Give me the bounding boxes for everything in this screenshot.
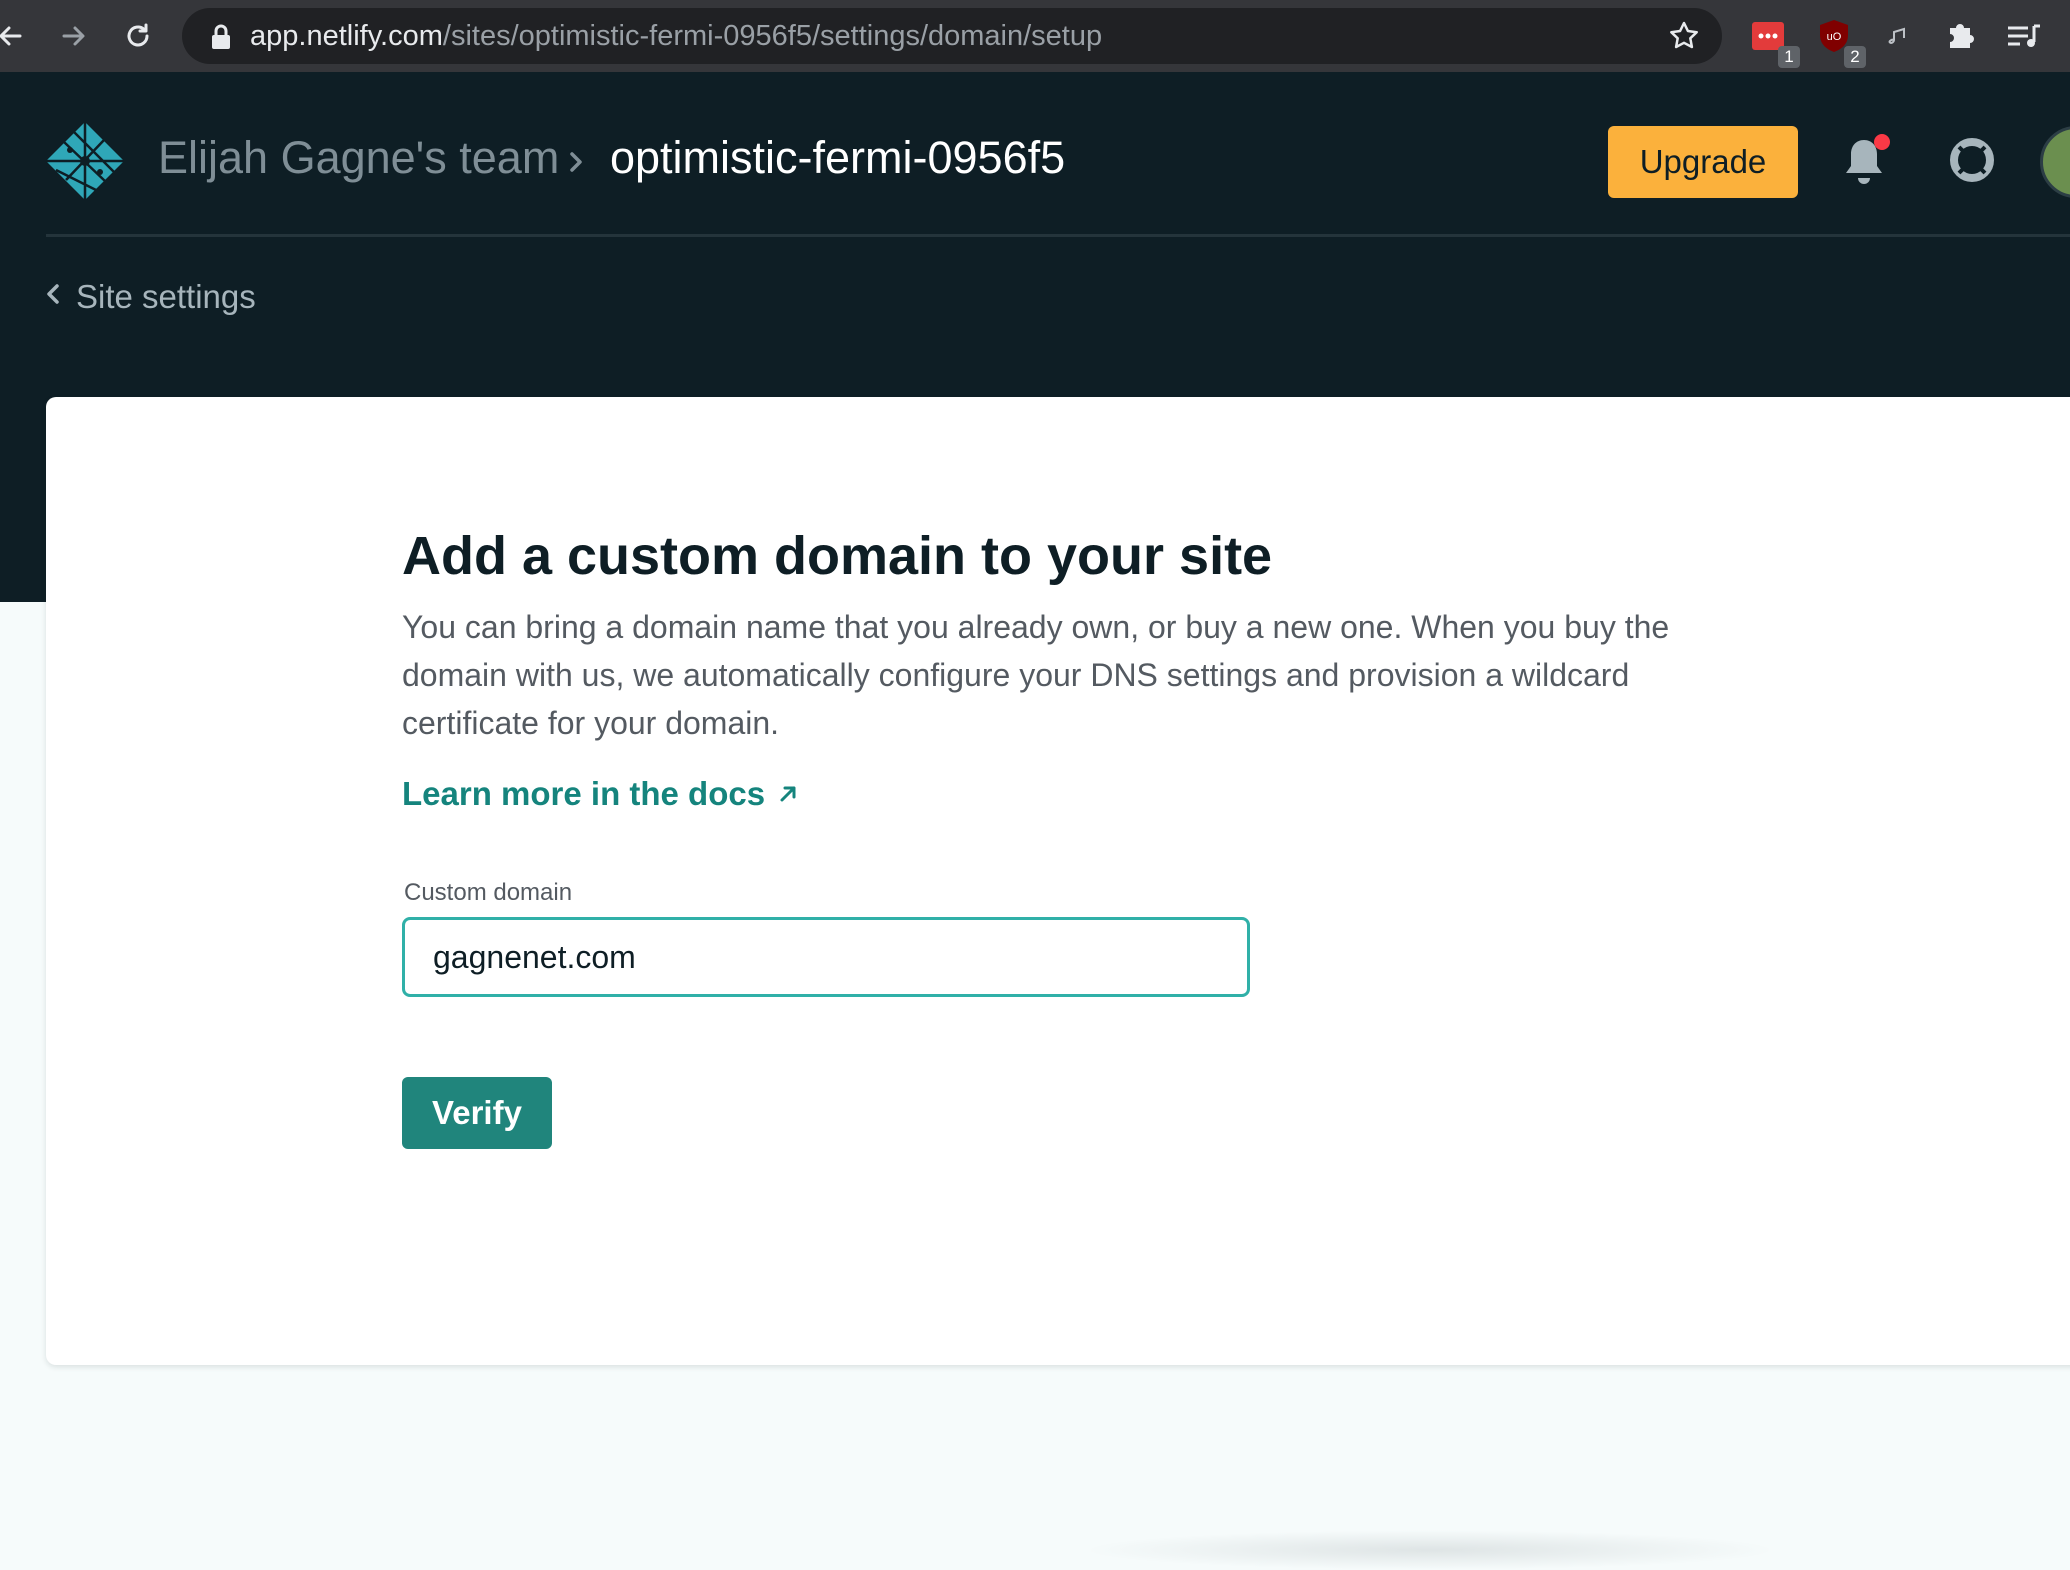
back-link-label: Site settings bbox=[76, 278, 256, 315]
external-arrow-icon bbox=[777, 775, 799, 813]
music-note-icon[interactable] bbox=[1880, 18, 1920, 58]
card-content: Add a custom domain to your site You can… bbox=[402, 523, 1732, 1149]
ext-red-icon[interactable]: 1 bbox=[1750, 18, 1800, 68]
header-divider bbox=[46, 234, 2070, 237]
page-title: Add a custom domain to your site bbox=[402, 526, 1273, 586]
url-path: /sites/optimistic-fermi-0956f5/settings/… bbox=[442, 20, 1103, 52]
learn-more-docs-link[interactable]: Learn more in the docs bbox=[402, 775, 799, 813]
team-name-link[interactable]: Elijah Gagne's team bbox=[158, 132, 559, 184]
docs-link-label: Learn more in the docs bbox=[402, 775, 766, 812]
url-host: app.netlify.com bbox=[250, 20, 443, 52]
notification-dot bbox=[1874, 134, 1890, 150]
svg-text:uO: uO bbox=[1827, 31, 1842, 43]
browser-toolbar: app.netlify.com/sites/optimistic-fermi-0… bbox=[0, 0, 2070, 72]
address-bar[interactable]: app.netlify.com/sites/optimistic-fermi-0… bbox=[182, 8, 1722, 64]
custom-domain-label: Custom domain bbox=[404, 879, 573, 906]
reload-icon[interactable] bbox=[114, 12, 162, 60]
notifications-bell-icon[interactable] bbox=[1842, 134, 1892, 190]
ext-badge: 2 bbox=[1844, 46, 1866, 68]
verify-button[interactable]: Verify bbox=[402, 1077, 552, 1149]
ublock-icon[interactable]: uO 2 bbox=[1816, 18, 1866, 68]
url-text: app.netlify.com/sites/optimistic-fermi-0… bbox=[250, 8, 1102, 64]
page-description: You can bring a domain name that you alr… bbox=[402, 609, 1670, 741]
domain-setup-card: Add a custom domain to your site You can… bbox=[46, 397, 2070, 1365]
upgrade-button[interactable]: Upgrade bbox=[1608, 126, 1798, 198]
chevron-left-icon bbox=[44, 278, 62, 316]
custom-domain-input[interactable] bbox=[402, 917, 1250, 997]
lock-icon bbox=[210, 24, 232, 55]
site-name-link[interactable]: optimistic-fermi-0956f5 bbox=[610, 132, 1065, 184]
bookmark-star-icon[interactable] bbox=[1668, 20, 1700, 57]
ext-badge: 1 bbox=[1778, 46, 1800, 68]
forward-arrow-icon[interactable] bbox=[50, 12, 98, 60]
netlify-logo-icon[interactable] bbox=[44, 120, 126, 207]
user-avatar[interactable] bbox=[2040, 126, 2070, 198]
chevron-right-icon bbox=[566, 148, 586, 181]
help-lifebuoy-icon[interactable] bbox=[1948, 136, 1996, 189]
bottom-shadow bbox=[1080, 1530, 1780, 1570]
site-settings-back-link[interactable]: Site settings bbox=[44, 272, 256, 322]
back-arrow-icon[interactable] bbox=[0, 12, 34, 60]
reading-list-icon[interactable] bbox=[2004, 18, 2044, 58]
puzzle-piece-icon[interactable] bbox=[1942, 18, 1982, 58]
